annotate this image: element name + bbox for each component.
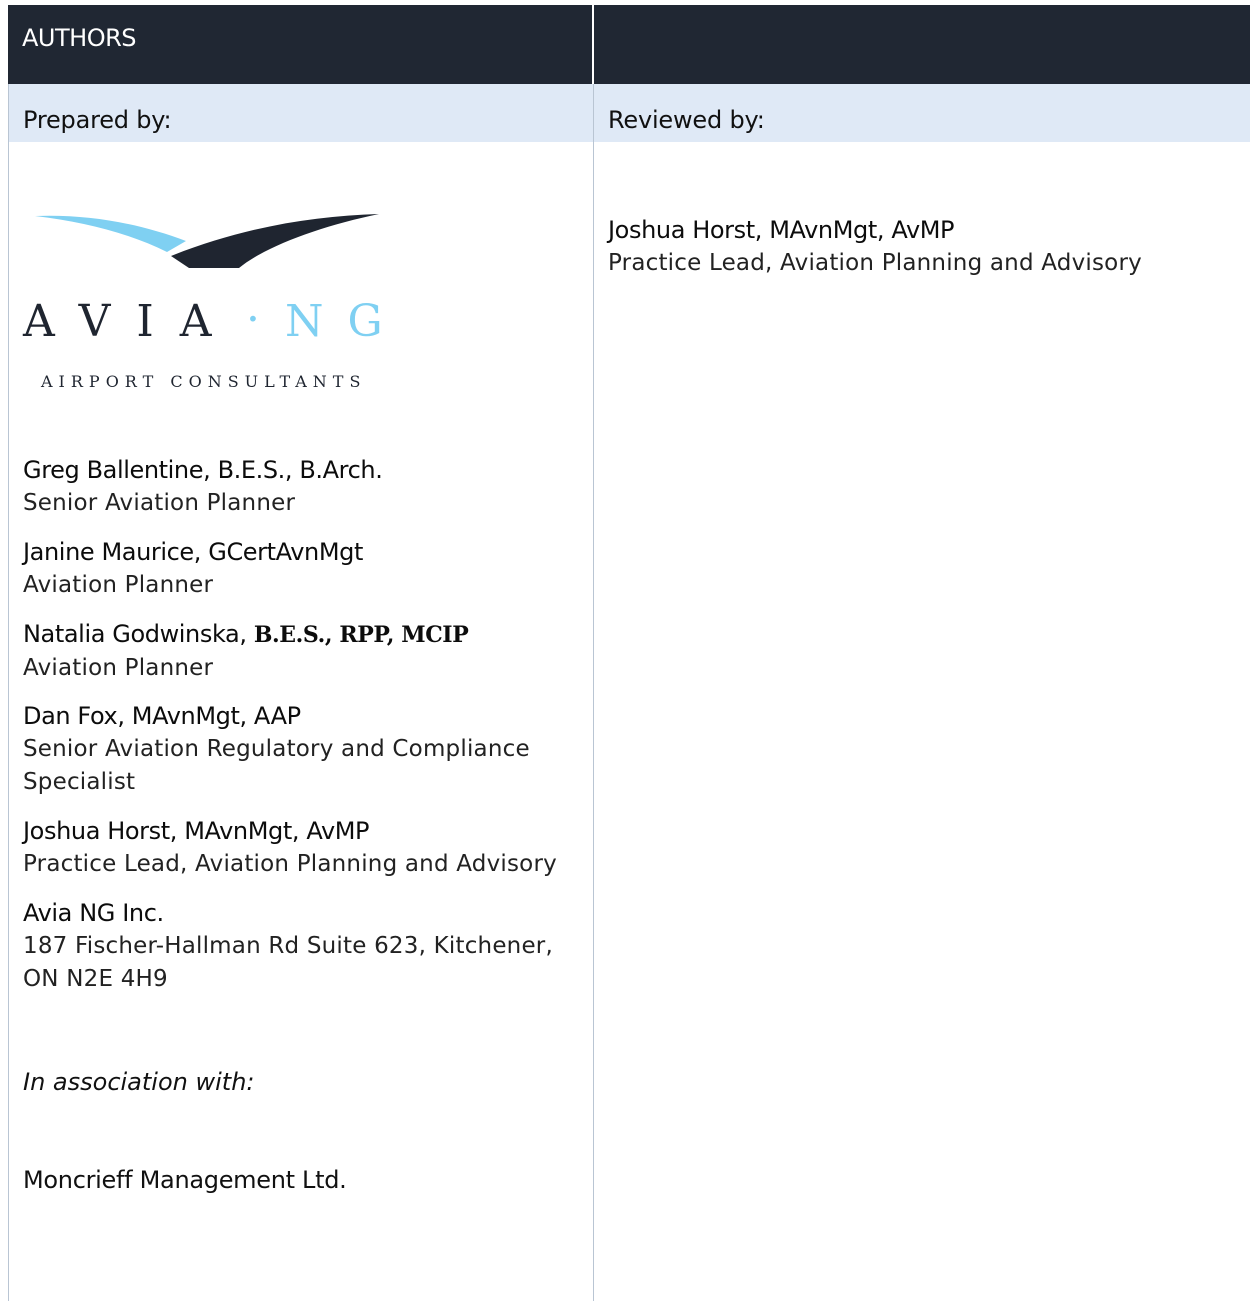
avia-ng-logo-graphic: AVIA · NG AIRPORT CONSULTANTS: [22, 214, 401, 391]
author-entry: Natalia Godwinska, B.E.S., RPP, MCIP Avi…: [23, 618, 578, 685]
author-entry: Janine Maurice, GCertAvnMgt Aviation Pla…: [23, 536, 578, 602]
title-cell-empty: [594, 5, 1250, 84]
author-credentials: B.E.S., RPP, MCIP: [253, 622, 469, 648]
title-cell: AUTHORS: [8, 5, 594, 84]
header-row: Prepared by: Reviewed by:: [8, 84, 1250, 143]
author-entry: Dan Fox, MAvnMgt, AAP Senior Aviation Re…: [23, 700, 578, 799]
prepared-by-cell: AVIA · NG AIRPORT CONSULTANTS Greg Balle…: [8, 142, 594, 1301]
author-entry: Greg Ballentine, B.E.S., B.Arch. Senior …: [23, 454, 578, 520]
association-label: In association with:: [23, 1068, 255, 1096]
reviewed-by-cell: Joshua Horst, MAvnMgt, AvMP Practice Lea…: [594, 142, 1250, 1301]
table-title: AUTHORS: [22, 24, 137, 52]
logo-wordmark-dot: ·: [246, 294, 260, 345]
reviewer-name: Joshua Horst, MAvnMgt, AvMP: [608, 216, 955, 244]
reviewed-header-cell: Reviewed by:: [594, 84, 1250, 142]
author-name-main: Natalia Godwinska,: [23, 620, 254, 648]
author-role: Aviation Planner: [23, 655, 214, 681]
reviewer-role: Practice Lead, Aviation Planning and Adv…: [608, 250, 1142, 276]
logo-swoosh-light: [35, 215, 186, 252]
logo-wordmark-avia: AVIA: [22, 296, 238, 347]
authors-table: AUTHORS Prepared by: Reviewed by: AVIA ·…: [8, 5, 1250, 1301]
author-name: Dan Fox, MAvnMgt, AAP: [23, 702, 301, 730]
author-role-line-2: Specialist: [23, 769, 136, 795]
author-role: Practice Lead, Aviation Planning and Adv…: [23, 851, 557, 877]
avia-ng-logo: AVIA · NG AIRPORT CONSULTANTS: [21, 206, 401, 396]
company-address-line-2: ON N2E 4H9: [23, 966, 168, 992]
author-name: Greg Ballentine, B.E.S., B.Arch.: [23, 456, 383, 484]
prepared-header-cell: Prepared by:: [8, 84, 594, 142]
title-row: AUTHORS: [8, 5, 1250, 84]
reviewed-by-header: Reviewed by:: [608, 106, 765, 134]
logo-wordmark-ng: NG: [285, 296, 401, 347]
company-address-line-1: 187 Fischer-Hallman Rd Suite 623, Kitche…: [23, 933, 553, 959]
company-name: Avia NG Inc.: [23, 899, 164, 927]
body-row: AVIA · NG AIRPORT CONSULTANTS Greg Balle…: [8, 142, 1250, 1301]
company-entry: Avia NG Inc. 187 Fischer-Hallman Rd Suit…: [23, 897, 578, 996]
author-role-line-1: Senior Aviation Regulatory and Complianc…: [23, 736, 530, 762]
author-role: Aviation Planner: [23, 572, 214, 598]
author-name: Janine Maurice, GCertAvnMgt: [23, 538, 364, 566]
author-entry: Joshua Horst, MAvnMgt, AvMP Practice Lea…: [23, 815, 578, 881]
logo-swoosh-dark: [171, 214, 379, 268]
author-role: Senior Aviation Planner: [23, 490, 296, 516]
association-company: Moncrieff Management Ltd.: [23, 1166, 347, 1194]
reviewer-entry: Joshua Horst, MAvnMgt, AvMP Practice Lea…: [608, 214, 1228, 280]
prepared-by-header: Prepared by:: [23, 106, 172, 134]
logo-tagline: AIRPORT CONSULTANTS: [40, 372, 366, 391]
author-name: Natalia Godwinska, B.E.S., RPP, MCIP: [23, 618, 578, 652]
author-name: Joshua Horst, MAvnMgt, AvMP: [23, 817, 370, 845]
